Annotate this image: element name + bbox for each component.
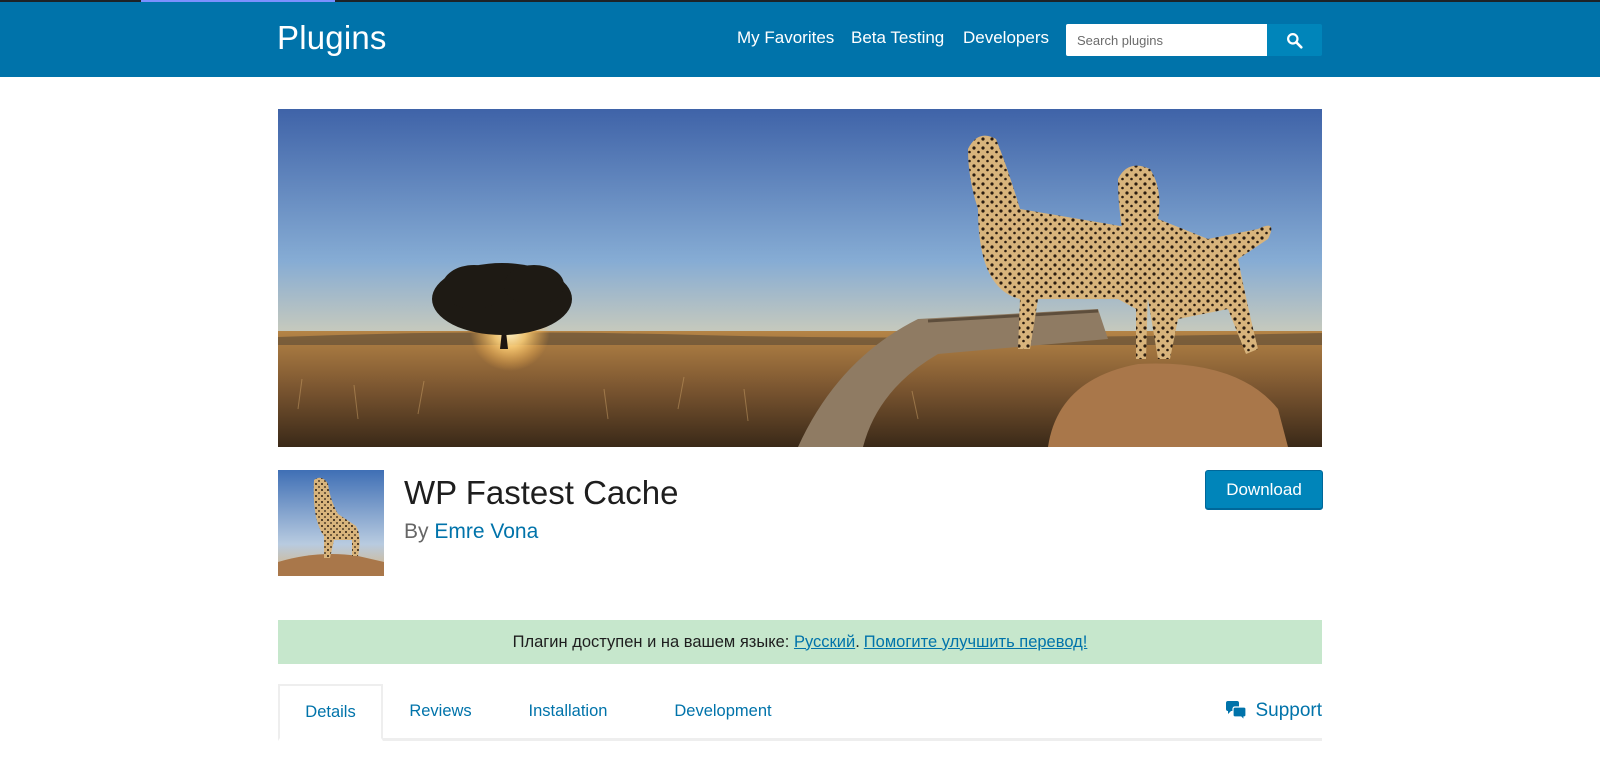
- language-link[interactable]: Русский: [794, 633, 855, 652]
- search-form: [1066, 24, 1322, 56]
- banner-image: [278, 109, 1322, 447]
- author-link[interactable]: Emre Vona: [434, 520, 538, 543]
- plugin-icon: [278, 470, 384, 576]
- notice-separator: .: [855, 632, 860, 651]
- nav-developers[interactable]: Developers: [963, 28, 1049, 48]
- byline-prefix: By: [404, 520, 429, 543]
- site-header: Plugins My Favorites Beta Testing Develo…: [0, 2, 1600, 77]
- search-icon: [1287, 32, 1303, 49]
- support-link[interactable]: Support: [1225, 684, 1322, 738]
- support-label: Support: [1255, 700, 1322, 721]
- translation-notice: Плагин доступен и на вашем языке: Русски…: [278, 620, 1322, 664]
- support-chat-icon: [1226, 701, 1248, 722]
- section-title[interactable]: Plugins: [277, 19, 387, 57]
- search-input[interactable]: [1066, 24, 1267, 56]
- plugin-tabs: Details Reviews Installation Development…: [278, 684, 1322, 741]
- plugin-icon-image: [278, 470, 384, 576]
- nav-beta-testing[interactable]: Beta Testing: [851, 28, 944, 48]
- tab-reviews[interactable]: Reviews: [383, 684, 498, 738]
- plugin-byline: By Emre Vona: [404, 520, 538, 544]
- notice-text: Плагин доступен и на вашем языке:: [512, 632, 794, 651]
- download-button[interactable]: Download: [1205, 470, 1323, 510]
- tab-development[interactable]: Development: [638, 684, 808, 738]
- nav-my-favorites[interactable]: My Favorites: [737, 28, 834, 48]
- tab-details[interactable]: Details: [278, 684, 383, 741]
- tab-installation[interactable]: Installation: [498, 684, 638, 738]
- help-translate-link[interactable]: Помогите улучшить перевод!: [864, 633, 1088, 652]
- plugin-title: WP Fastest Cache: [404, 474, 679, 511]
- search-button[interactable]: [1267, 24, 1322, 56]
- plugin-banner: [278, 109, 1322, 447]
